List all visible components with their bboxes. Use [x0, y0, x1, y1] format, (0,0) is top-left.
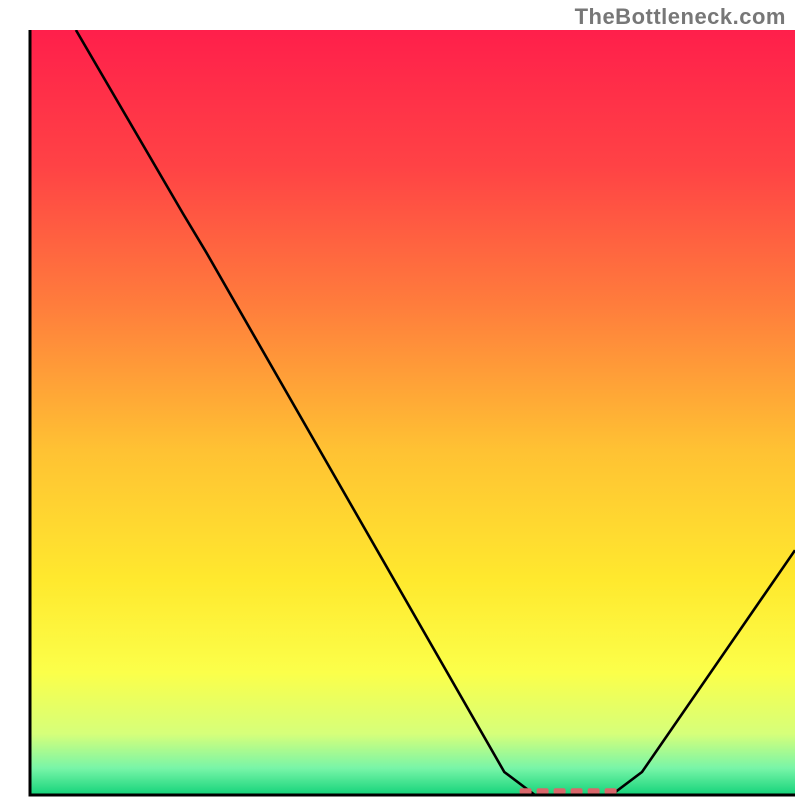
- bottleneck-chart: [0, 0, 800, 800]
- chart-container: TheBottleneck.com: [0, 0, 800, 800]
- plot-background: [30, 30, 795, 795]
